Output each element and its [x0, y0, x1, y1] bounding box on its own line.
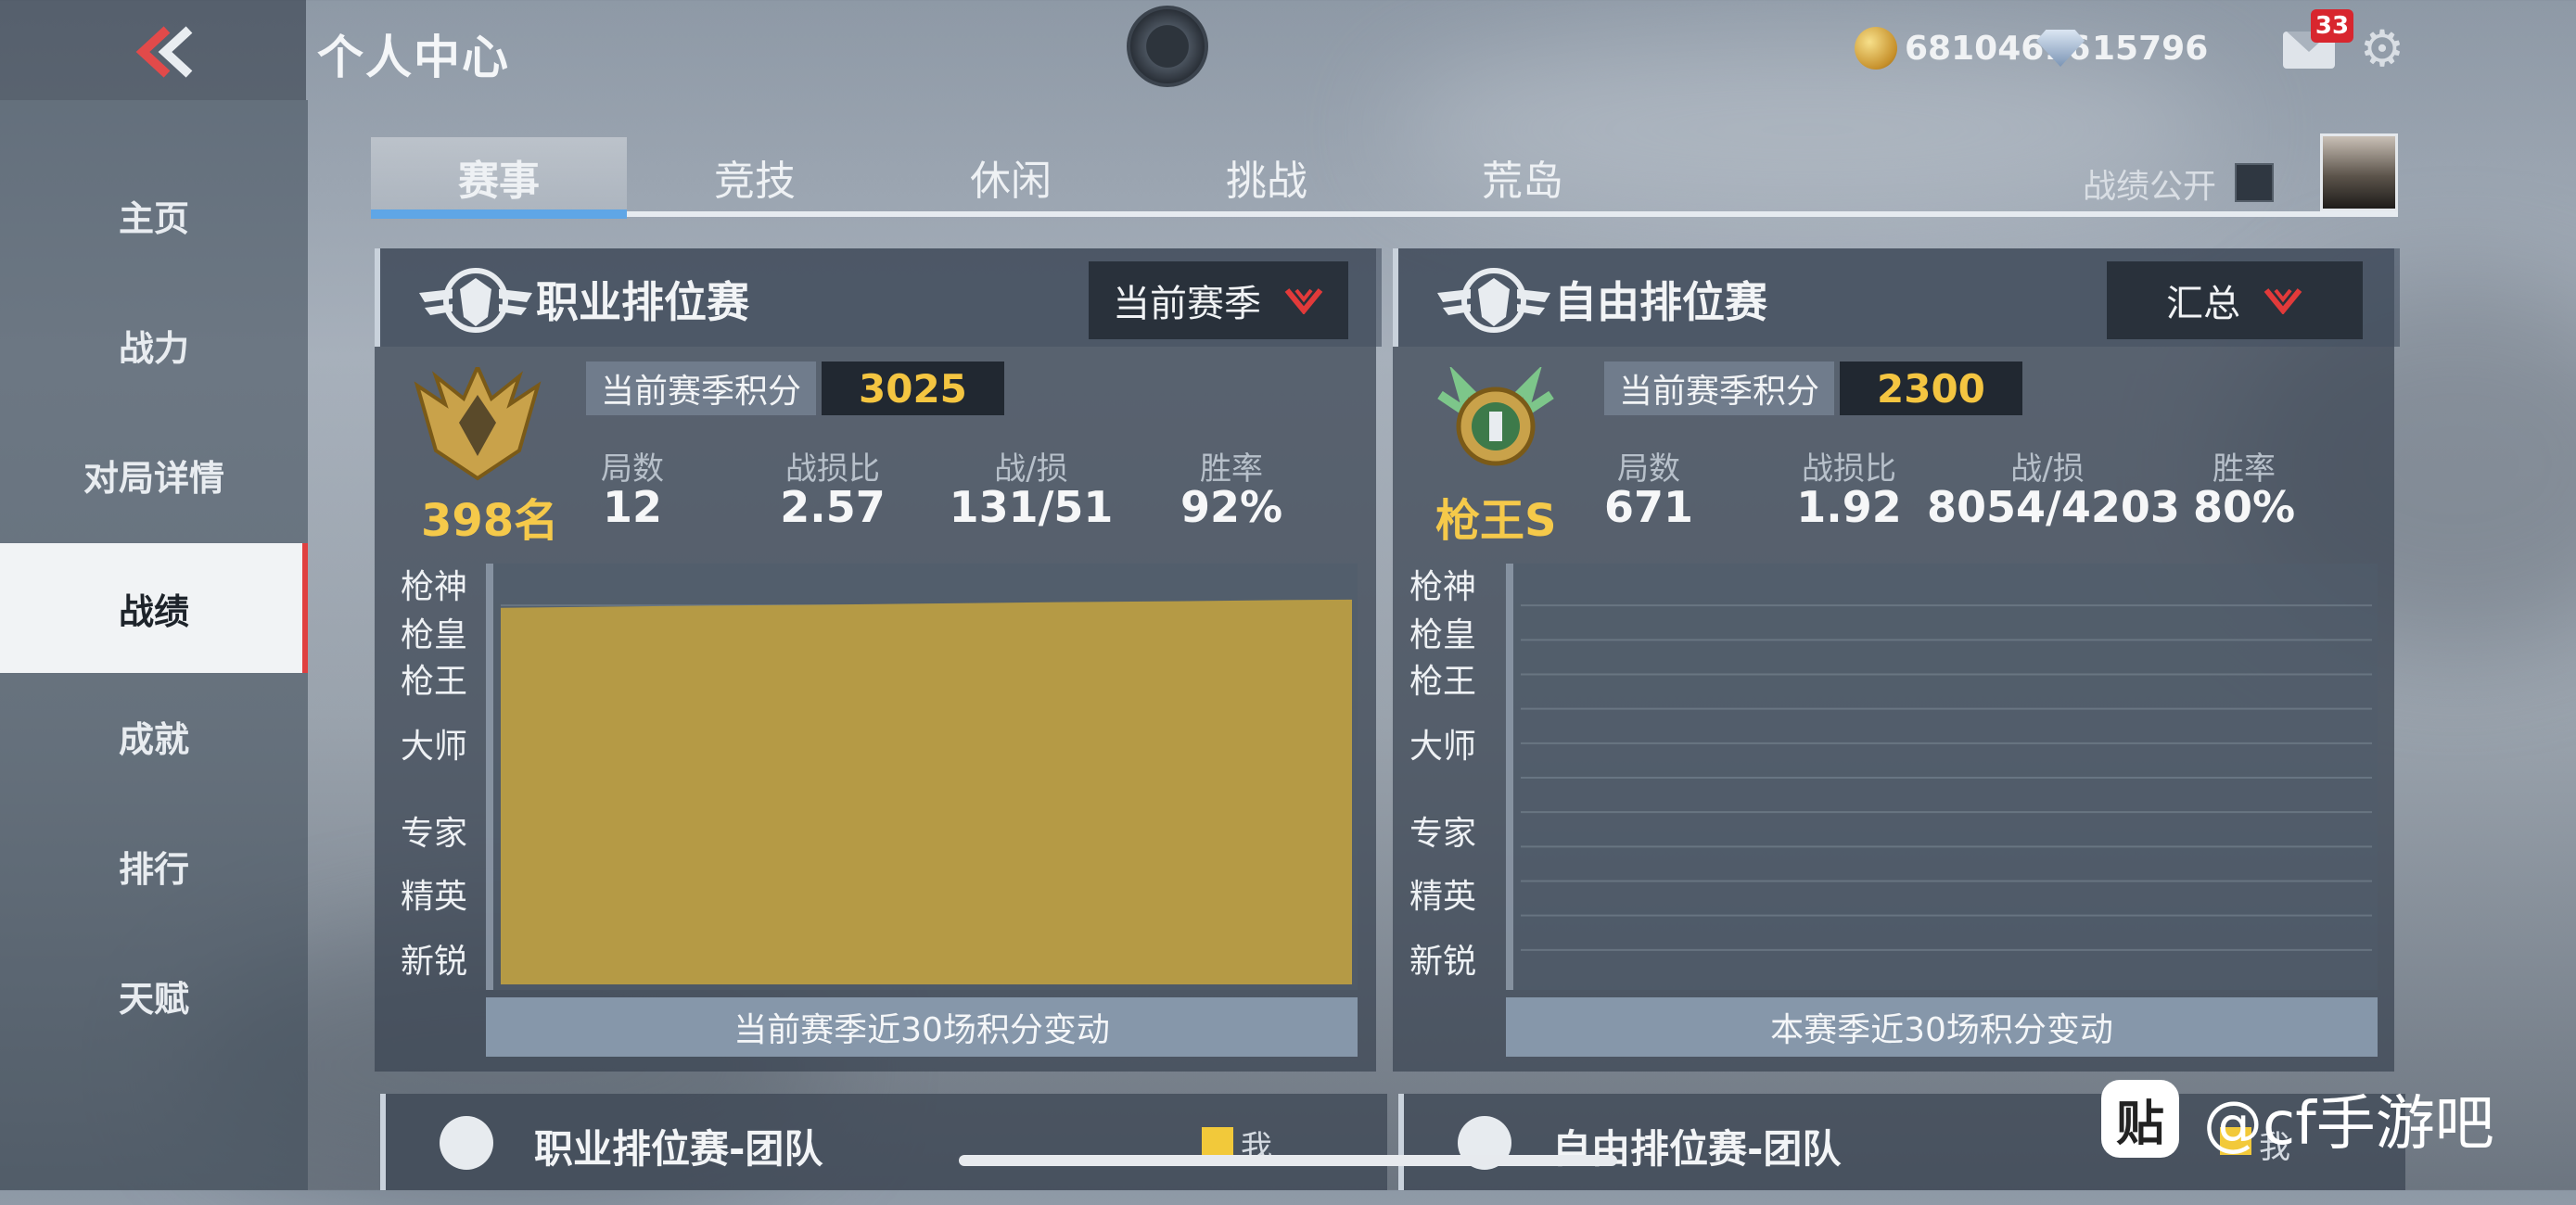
back-button[interactable] — [0, 0, 306, 100]
diamond-balance[interactable]: 15796 — [2036, 20, 2208, 76]
tier-label: 枪神 — [1409, 568, 1477, 606]
panel-header: 自由排位赛 汇总 — [1393, 248, 2400, 347]
sidebar-item-achievements[interactable]: 成就 — [0, 671, 308, 801]
tier-label: 精英 — [1409, 878, 1477, 916]
diamond-amount: 15796 — [2092, 29, 2209, 68]
page-title: 个人中心 — [317, 31, 510, 84]
tab-label: 荒岛 — [1482, 158, 1563, 205]
winged-shield-emblem-icon — [419, 268, 532, 333]
panel-title: 职业排位赛 — [536, 277, 749, 327]
tab-label: 休闲 — [970, 158, 1052, 205]
back-chevron-icon — [135, 26, 193, 78]
chat-bubble-icon[interactable] — [1127, 6, 1208, 87]
sidebar: 主页 战力 对局详情 战绩 成就 排行 天赋 — [0, 100, 308, 1190]
tab-island[interactable]: 荒岛 — [1395, 137, 1651, 217]
tier-label: 专家 — [401, 815, 468, 853]
score-label: 当前赛季积分 — [1604, 362, 1835, 415]
sidebar-item-ranking[interactable]: 排行 — [0, 801, 308, 931]
public-records-label: 战绩公开 — [2083, 168, 2217, 206]
tieba-logo-icon: 贴 — [2101, 1080, 2179, 1158]
tier-label: 新锐 — [1409, 943, 1477, 981]
watermark-text: @cf手游吧 — [2203, 1090, 2494, 1159]
score-trend-chart-empty — [1506, 564, 2378, 990]
tier-label: 枪王 — [401, 663, 468, 701]
public-records-checkbox[interactable] — [2235, 163, 2274, 202]
chart-caption: 当前赛季近30场积分变动 — [486, 997, 1358, 1057]
tier-label: 枪神 — [401, 568, 468, 606]
stat-value-win-rate: 92% — [1180, 482, 1283, 532]
season-dropdown[interactable]: 汇总 — [2107, 261, 2363, 339]
tab-label: 竞技 — [714, 158, 796, 205]
coin-icon — [1855, 27, 1897, 70]
sidebar-item-label: 天赋 — [118, 978, 189, 1020]
chevron-down-icon — [2264, 288, 2302, 314]
stat-value-win-rate: 80% — [2192, 482, 2296, 532]
sidebar-item-label: 战绩 — [118, 590, 189, 632]
tier-label: 枪皇 — [401, 616, 468, 654]
season-dropdown[interactable]: 当前赛季 — [1089, 261, 1348, 339]
diamond-icon — [2036, 30, 2085, 67]
active-tab-indicator — [371, 209, 627, 219]
score-value: 3025 — [822, 362, 1004, 415]
tier-label: 大师 — [1409, 728, 1477, 766]
sidebar-item-records[interactable]: 战绩 — [0, 543, 308, 673]
team-icon — [440, 1116, 493, 1170]
score-trend-svg — [486, 564, 1352, 990]
tier-label: 枪皇 — [1409, 616, 1477, 654]
sidebar-item-label: 主页 — [118, 197, 189, 239]
score-trend-chart — [486, 564, 1358, 990]
sidebar-item-talent[interactable]: 天赋 — [0, 931, 308, 1060]
watermark: 贴 @cf手游吧 — [2101, 1077, 2494, 1161]
tier-label: 精英 — [401, 878, 468, 916]
green-gun-king-medal-icon — [1437, 367, 1554, 466]
legend-swatch — [1202, 1127, 1233, 1155]
tab-challenge[interactable]: 挑战 — [1139, 137, 1395, 217]
sidebar-item-home[interactable]: 主页 — [0, 150, 308, 280]
top-bar: 个人中心 68104616 15796 33 ⚙ — [0, 0, 2576, 100]
tier-axis-bar — [1506, 564, 1513, 990]
panel-header: 职业排位赛 当前赛季 — [375, 248, 1382, 347]
tab-label: 赛事 — [458, 158, 540, 205]
pro-ranked-panel: 职业排位赛 当前赛季 398名 当前赛季积分 3025 局数 12 战损比 2.… — [375, 248, 1382, 1072]
sidebar-item-label: 战力 — [118, 327, 189, 369]
pro-ranked-team-panel[interactable]: 职业排位赛-团队 我 — [380, 1094, 1387, 1190]
tab-casual[interactable]: 休闲 — [883, 137, 1139, 217]
score-label: 当前赛季积分 — [586, 362, 817, 415]
score-trend-grid-svg — [1506, 564, 2372, 990]
panel-title: 职业排位赛-团队 — [534, 1126, 823, 1172]
tab-competitive[interactable]: 竞技 — [627, 137, 883, 217]
gear-icon[interactable]: ⚙ — [2357, 24, 2407, 74]
avatar[interactable] — [2320, 133, 2398, 211]
winged-shield-emblem-icon — [1437, 268, 1550, 333]
home-indicator[interactable] — [959, 1155, 1617, 1166]
tab-events[interactable]: 赛事 — [371, 137, 627, 217]
sidebar-item-power[interactable]: 战力 — [0, 280, 308, 410]
sidebar-item-match-details[interactable]: 对局详情 — [0, 410, 308, 539]
chevron-down-icon — [1284, 288, 1323, 314]
gold-rank-medal-icon — [414, 367, 542, 481]
sidebar-item-label: 排行 — [118, 848, 189, 890]
tab-label: 挑战 — [1226, 158, 1307, 205]
tier-label: 大师 — [401, 728, 468, 766]
tier-label: 新锐 — [401, 943, 468, 981]
free-ranked-panel: 自由排位赛 汇总 枪王S 当前赛季积分 2300 局数 671 战损比 1.92… — [1393, 248, 2400, 1072]
tab-divider — [371, 211, 2398, 217]
panel-title: 自由排位赛 — [1554, 277, 1767, 327]
dropdown-value: 当前赛季 — [1113, 283, 1261, 325]
sidebar-item-label: 对局详情 — [83, 457, 224, 499]
chart-caption: 本赛季近30场积分变动 — [1506, 997, 2378, 1057]
score-value: 2300 — [1840, 362, 2022, 415]
score-area-series — [501, 599, 1352, 984]
tier-axis-bar — [486, 564, 493, 990]
dropdown-value: 汇总 — [2166, 283, 2240, 325]
tier-label: 枪王 — [1409, 663, 1477, 701]
tier-label: 专家 — [1409, 815, 1477, 853]
sidebar-item-label: 成就 — [118, 718, 189, 760]
mail-badge: 33 — [2311, 9, 2353, 43]
